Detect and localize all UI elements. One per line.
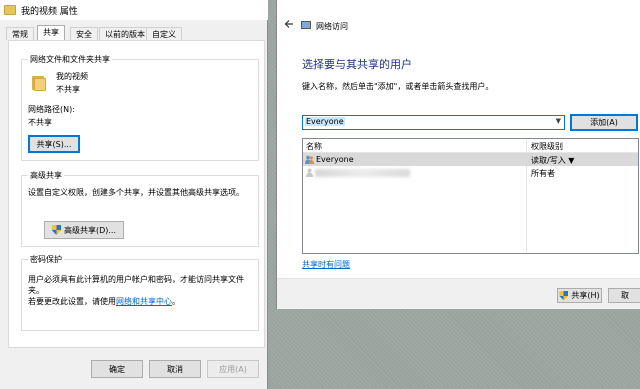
properties-dialog: 我的视频 属性 常规 共享 安全 以前的版本 自定义 网络文件和文件夹共享 我的… [0,0,268,389]
tab-customize[interactable]: 自定义 [146,27,182,40]
row-name: Everyone [316,155,354,164]
network-path-value: 不共享 [28,118,52,127]
sharing-help-link[interactable]: 共享时有问题 [302,259,350,270]
folder-name: 我的视频 [56,72,88,81]
apply-button[interactable]: 应用(A) [207,360,259,378]
password-change-prefix: 若要更改此设置，请使用 [28,297,116,306]
user-combobox-value: Everyone [305,117,345,126]
permission-dropdown[interactable]: 读取/写入 ▼ [531,155,574,166]
ok-button[interactable]: 确定 [91,360,143,378]
user-combobox[interactable]: Everyone ▼ [302,115,565,130]
file-sharing-title: 网络文件和文件夹共享 [28,54,112,65]
network-access-title: 网络访问 [316,22,348,31]
share-confirm-button[interactable]: 共享(H) [557,288,602,303]
folder-icon [32,74,48,92]
share-button[interactable]: 共享(S)... [28,135,80,153]
network-path-label: 网络路径(N): [28,105,75,114]
properties-titlebar: 我的视频 属性 [0,0,268,20]
tab-sharing[interactable]: 共享 [37,25,65,41]
user-icon [306,168,313,177]
folder-status: 不共享 [56,85,80,94]
folder-icon [4,5,16,15]
share-confirm-label: 共享(H) [571,291,600,300]
password-protection-title: 密码保护 [28,254,64,265]
password-change-suffix: 。 [172,297,180,306]
uac-shield-icon [51,225,61,235]
advanced-sharing-title: 高级共享 [28,170,64,181]
advanced-sharing-description: 设置自定义权限，创建多个共享，并设置其他高级共享选项。 [28,188,244,197]
tab-previous-versions[interactable]: 以前的版本 [99,27,151,40]
table-header: 名称 权限级别 [303,139,638,153]
file-sharing-group: 网络文件和文件夹共享 我的视频 不共享 网络路径(N): 不共享 共享(S)..… [21,54,259,161]
table-row[interactable]: 所有者 [303,166,638,179]
network-sharing-center-link[interactable]: 网络和共享中心 [116,297,172,306]
share-instruction: 键入名称，然后单击"添加"，或者单击箭头查找用户。 [302,82,494,91]
cancel-button[interactable]: 取消 [149,360,201,378]
back-arrow-icon[interactable] [284,19,294,29]
network-access-dialog: 网络访问 选择要与其共享的用户 键入名称，然后单击"添加"，或者单击箭头查找用户… [276,0,640,309]
column-permission[interactable]: 权限级别 [531,141,563,152]
properties-title: 我的视频 属性 [21,7,78,17]
chevron-down-icon[interactable]: ▼ [556,117,561,125]
users-icon [305,155,314,164]
password-protection-group: 密码保护 用户必须具有此计算机的用户帐户和密码，才能访问共享文件夹。 若要更改此… [21,254,259,331]
permissions-table: 名称 权限级别 Everyone 读取/写入 ▼ 所有者 [302,138,639,254]
tab-security[interactable]: 安全 [70,27,98,40]
password-change-text: 若要更改此设置，请使用网络和共享中心。 [28,296,180,307]
advanced-sharing-button-label: 高级共享(D)... [63,225,117,235]
advanced-sharing-button[interactable]: 高级共享(D)... [44,221,124,239]
dialog-footer: 共享(H) 取 [277,278,640,309]
add-button[interactable]: 添加(A) [570,114,638,131]
network-icon [301,21,311,29]
tab-general[interactable]: 常规 [6,27,34,40]
redacted-username [315,169,410,177]
column-name[interactable]: 名称 [306,141,322,152]
advanced-sharing-group: 高级共享 设置自定义权限，创建多个共享，并设置其他高级共享选项。 高级共享(D)… [21,170,259,247]
row-permission: 所有者 [531,169,555,178]
password-protection-description: 用户必须具有此计算机的用户帐户和密码，才能访问共享文件夹。 [28,275,244,295]
cancel-button[interactable]: 取 [608,288,640,303]
share-heading: 选择要与其共享的用户 [302,58,412,71]
table-row[interactable]: Everyone 读取/写入 ▼ [303,153,638,166]
uac-shield-icon [559,290,569,301]
sharing-pane: 网络文件和文件夹共享 我的视频 不共享 网络路径(N): 不共享 共享(S)..… [8,40,265,348]
